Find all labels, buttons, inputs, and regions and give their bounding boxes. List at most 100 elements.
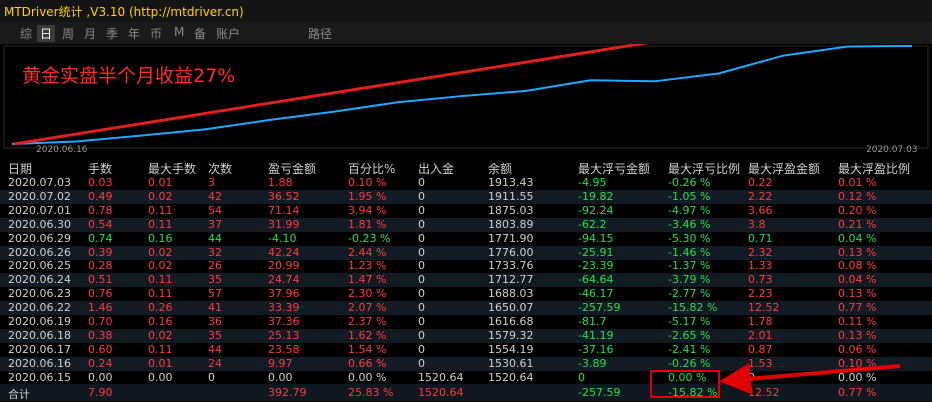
table-cell: 3 <box>208 176 215 189</box>
total-cell: 1520.64 <box>418 386 464 399</box>
tab-4[interactable]: 季 <box>106 25 118 42</box>
table-cell: 0.00 % <box>838 370 877 384</box>
table-cell: 2020.06.24 <box>8 273 71 287</box>
table-cell: 0.28 <box>88 259 113 273</box>
table-cell: 0.11 <box>148 342 173 356</box>
tab-6[interactable]: 币 <box>150 25 162 42</box>
table-row[interactable]: 2020.07.01 0.78 0.11 54 71.14 3.94 % 0 1875.03 -… <box>0 204 932 218</box>
table-cell: 0 <box>418 203 425 217</box>
table-row[interactable]: 2020.06.24 0.51 0.11 35 24.74 1.47 % 0 1712.77 -… <box>0 273 932 288</box>
table-cell: 0.01 <box>148 356 173 370</box>
table-cell: 0.74 <box>88 231 113 245</box>
table-cell: 2020.06.29 <box>8 231 71 245</box>
column-header[interactable]: 最大浮亏金额 <box>578 160 650 177</box>
table-row[interactable]: 2020.06.29 0.74 0.16 44 -4.10 -0.23 % 0 1771.90… <box>0 232 932 246</box>
column-header[interactable]: 日期 <box>8 160 32 177</box>
total-cell: 0.77 % <box>838 386 877 399</box>
table-cell: 0.06 % <box>838 342 877 356</box>
table-row[interactable]: 2020.06.30 0.54 0.11 37 31.99 1.81 % 0 1803.89 -… <box>0 217 932 232</box>
tab-7[interactable]: M <box>174 25 184 39</box>
column-header[interactable]: 百分比% <box>348 160 395 177</box>
table-cell: 36.52 <box>268 189 300 203</box>
table-row[interactable]: 2020.06.18 0.38 0.02 35 25.13 1.62 % 0 1579.32 -… <box>0 328 932 343</box>
table-row[interactable]: 2020.06.22 1.46 0.26 41 33.39 2.07 % 0 1650.07 -… <box>0 301 932 316</box>
table-cell: 33.39 <box>268 301 300 315</box>
column-header[interactable]: 次数 <box>208 160 232 177</box>
table-cell: 1520.64 <box>488 370 534 384</box>
table-cell: 0.70 <box>88 315 113 328</box>
table-cell: 0 <box>418 301 425 315</box>
column-header[interactable]: 最大浮盈比例 <box>838 160 910 177</box>
table-row[interactable]: 2020.06.19 0.70 0.16 36 37.36 2.37 % 0 1616.68 -… <box>0 315 932 329</box>
table-cell: 1.33 <box>748 259 773 273</box>
tab-2[interactable]: 周 <box>62 25 74 42</box>
table-cell: -23.39 <box>578 259 614 273</box>
column-header[interactable]: 最大手数 <box>148 160 196 177</box>
table-cell: 0.39 <box>88 245 113 259</box>
table-cell: 0 <box>418 231 425 245</box>
table-row[interactable]: 2020.06.25 0.28 0.02 26 20.99 1.23 % 0 1733.76 -… <box>0 259 932 273</box>
table-cell: 0.00 <box>268 370 293 384</box>
table-cell: 1.23 % <box>348 259 387 273</box>
table-cell: 0.13 % <box>838 328 877 342</box>
table-cell: -3.89 <box>578 356 607 370</box>
table-cell: 54 <box>208 203 222 217</box>
table-cell: 42.24 <box>268 245 300 259</box>
table-cell: 0 <box>578 370 585 384</box>
table-cell: 0.22 <box>748 176 773 189</box>
table-row[interactable]: 2020.06.15 0.00 0.00 0 0.00 0.00 % 1520.64 1520… <box>0 371 932 385</box>
table-cell: 0.51 <box>88 273 113 287</box>
tab-10[interactable]: 路径 <box>308 25 332 42</box>
table-cell: 1911.55 <box>488 189 534 203</box>
tab-5[interactable]: 年 <box>128 25 140 42</box>
column-header[interactable]: 最大浮盈金额 <box>748 160 820 177</box>
table-row[interactable]: 2020.06.17 0.60 0.11 44 23.58 1.54 % 0 1554.19 -… <box>0 343 932 357</box>
table-cell: 1733.76 <box>488 259 534 273</box>
tab-1[interactable]: 日 <box>37 25 56 42</box>
table-cell: 0.04 % <box>838 273 877 287</box>
chart-annotation: 黄金实盘半个月收益27% <box>22 65 236 87</box>
table-row[interactable]: 2020.06.26 0.39 0.02 32 42.24 2.44 % 0 1776.00 -… <box>0 245 932 260</box>
table-cell: 0.08 % <box>838 259 877 273</box>
column-header[interactable]: 手数 <box>88 160 112 177</box>
table-cell: 0.21 % <box>838 217 877 231</box>
table-cell: 37 <box>208 217 222 231</box>
table-row[interactable]: 2020.06.16 0.24 0.01 24 9.97 0.66 % 0 1530.61 -3… <box>0 356 932 371</box>
chart-start-date: 2020.06.16 <box>36 145 88 155</box>
trend-arrow <box>13 44 650 146</box>
table-cell: 0 <box>418 217 425 231</box>
column-header[interactable]: 出入金 <box>418 160 454 177</box>
tab-8[interactable]: 备 <box>194 25 206 42</box>
column-header[interactable]: 最大浮亏比例 <box>668 160 740 177</box>
table-cell: 0 <box>418 342 425 356</box>
equity-chart: 黄金实盘半个月收益27% 2020.06.16 2020.07.03 <box>0 44 932 155</box>
table-row[interactable]: 2020.07.02 0.49 0.02 42 36.52 1.95 % 0 1911.55 -… <box>0 189 932 204</box>
table-cell: 1913.43 <box>488 176 534 189</box>
table-cell: 0.11 <box>148 203 173 217</box>
tab-3[interactable]: 月 <box>84 25 96 42</box>
tab-0[interactable]: 综 <box>20 25 32 42</box>
table-cell: 2.23 <box>748 287 773 301</box>
table-cell: -3.46 % <box>668 217 711 231</box>
table-cell: -4.97 % <box>668 203 711 217</box>
table-cell: -64.64 <box>578 273 614 287</box>
table-cell: 9.97 <box>268 356 293 370</box>
table-cell: 2020.07.03 <box>8 176 71 189</box>
total-cell: 12.52 <box>748 386 780 399</box>
column-header[interactable]: 盈亏金额 <box>268 160 316 177</box>
table-cell: 0.11 <box>148 287 173 301</box>
table-row[interactable]: 2020.07.03 0.03 0.01 3 1.88 0.10 % 0 1913.43 -4.… <box>0 176 932 190</box>
column-header[interactable]: 余额 <box>488 160 512 177</box>
table-cell: -1.05 % <box>668 189 711 203</box>
table-cell: -4.10 <box>268 231 297 245</box>
table-cell: 24.74 <box>268 273 300 287</box>
table-cell: 1688.03 <box>488 287 534 301</box>
table-cell: 0 <box>418 259 425 273</box>
table-row[interactable]: 2020.06.23 0.76 0.11 57 37.96 2.30 % 0 1688.03 -… <box>0 287 932 301</box>
table-cell: 44 <box>208 231 222 245</box>
table-cell: -4.95 <box>578 176 607 189</box>
tab-9[interactable]: 账户 <box>216 25 240 42</box>
table-cell: 1530.61 <box>488 356 534 370</box>
table-cell: 57 <box>208 287 222 301</box>
table-cell: 20.99 <box>268 259 300 273</box>
